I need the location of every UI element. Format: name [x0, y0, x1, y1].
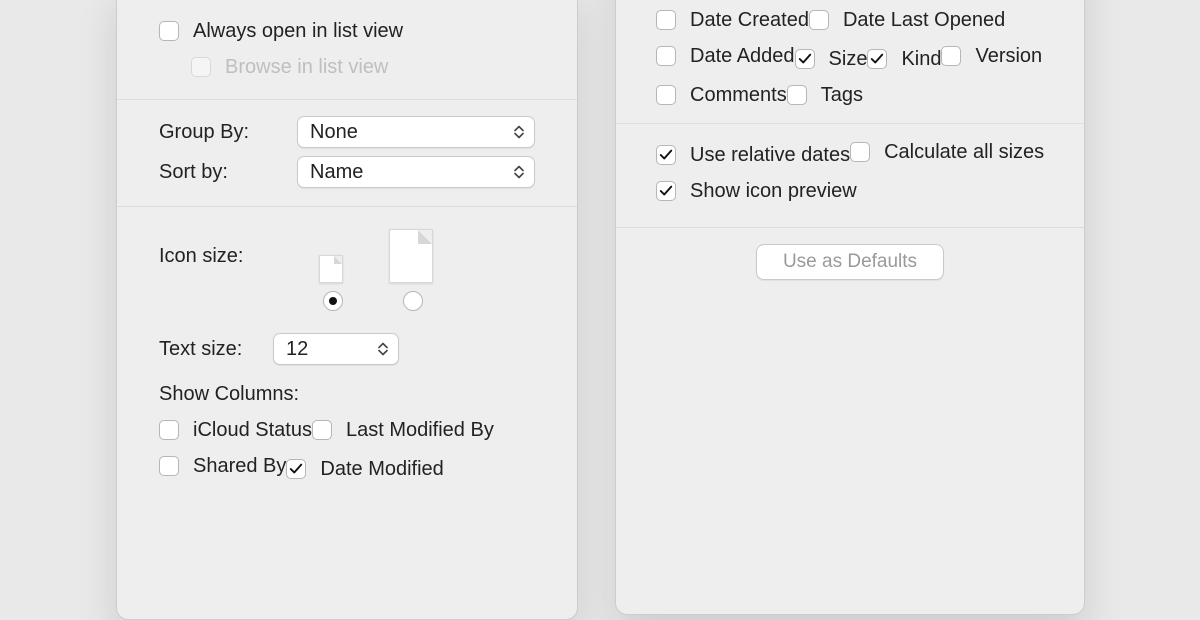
text-size-select[interactable]: 12 [273, 333, 399, 365]
checkbox-box [867, 49, 887, 69]
column-version-label: Version [975, 45, 1042, 68]
check-icon [659, 148, 673, 162]
left-columns-list: iCloud Status Last Modified By Shared By Da… [159, 412, 549, 487]
icon-size-large-radio[interactable] [403, 291, 423, 311]
checkbox-box [787, 85, 807, 105]
check-icon [659, 184, 673, 198]
option-calculate-all-sizes-checkbox[interactable]: Calculate all sizes [850, 134, 1044, 170]
column-shared-by-checkbox[interactable]: Shared By [159, 448, 286, 484]
column-date-last-opened-label: Date Last Opened [843, 9, 1005, 32]
checkbox-box [159, 456, 179, 476]
checkbox-box [941, 46, 961, 66]
checkbox-box [656, 46, 676, 66]
sort-by-value: Name [310, 161, 363, 184]
column-date-last-opened-checkbox[interactable]: Date Last Opened [809, 2, 1005, 38]
checkbox-box [795, 49, 815, 69]
column-date-modified-label: Date Modified [320, 458, 443, 481]
column-date-modified-checkbox[interactable]: Date Modified [286, 451, 443, 487]
column-kind-label: Kind [901, 48, 941, 71]
checkbox-box [656, 85, 676, 105]
checkbox-box [286, 459, 306, 479]
document-small-icon [319, 255, 343, 283]
group-by-value: None [310, 121, 358, 144]
footer: Use as Defaults [616, 227, 1084, 296]
column-size-label: Size [829, 48, 868, 71]
column-comments-label: Comments [690, 84, 787, 107]
column-shared-by-label: Shared By [193, 455, 286, 478]
checkbox-box [809, 10, 829, 30]
checkbox-box [656, 145, 676, 165]
column-date-created-checkbox[interactable]: Date Created [656, 2, 809, 38]
icon-size-label: Icon size: [159, 245, 309, 268]
view-options-left-panel: Always open in list view Browse in list … [116, 0, 578, 620]
option-use-relative-dates-label: Use relative dates [690, 144, 850, 167]
check-icon [289, 462, 303, 476]
option-show-icon-preview-checkbox[interactable]: Show icon preview [656, 173, 857, 209]
option-show-icon-preview-label: Show icon preview [690, 180, 857, 203]
column-date-created-label: Date Created [690, 9, 809, 32]
group-by-label: Group By: [159, 121, 279, 144]
browse-in-label: Browse in list view [225, 56, 388, 79]
column-kind-checkbox[interactable]: Kind [867, 41, 941, 77]
right-options-list: Use relative dates Calculate all sizes Sho… [616, 123, 1084, 227]
checkbox-box [191, 57, 211, 77]
column-last-modified-by-label: Last Modified By [346, 419, 494, 442]
column-date-added-label: Date Added [690, 45, 795, 68]
check-icon [798, 52, 812, 66]
column-icloud-status-checkbox[interactable]: iCloud Status [159, 412, 312, 448]
icon-size-small-radio[interactable] [323, 291, 343, 311]
column-last-modified-by-checkbox[interactable]: Last Modified By [312, 412, 494, 448]
display-section: Icon size: Text size: 12 Show Columns: i… [117, 206, 577, 501]
checkbox-box [656, 10, 676, 30]
use-as-defaults-button[interactable]: Use as Defaults [756, 244, 944, 280]
document-large-icon [389, 229, 433, 283]
column-tags-label: Tags [821, 84, 863, 107]
open-mode-section: Always open in list view Browse in list … [117, 1, 577, 99]
checkbox-box [159, 21, 179, 41]
column-version-checkbox[interactable]: Version [941, 38, 1042, 74]
option-use-relative-dates-checkbox[interactable]: Use relative dates [656, 137, 850, 173]
column-tags-checkbox[interactable]: Tags [787, 77, 863, 113]
up-down-arrows-icon [376, 340, 390, 358]
use-as-defaults-label: Use as Defaults [783, 251, 917, 273]
check-icon [870, 52, 884, 66]
checkbox-box [850, 142, 870, 162]
up-down-arrows-icon [512, 123, 526, 141]
column-size-checkbox[interactable]: Size [795, 41, 868, 77]
column-icloud-status-label: iCloud Status [193, 419, 312, 442]
always-open-label: Always open in list view [193, 20, 403, 43]
sort-by-label: Sort by: [159, 161, 279, 184]
right-columns-list: Date Created Date Last Opened Date Added Si… [616, 0, 1084, 123]
sort-section: Group By: None Sort by: Name [117, 99, 577, 206]
column-date-added-checkbox[interactable]: Date Added [656, 38, 795, 74]
checkbox-box [656, 181, 676, 201]
up-down-arrows-icon [512, 163, 526, 181]
option-calculate-all-sizes-label: Calculate all sizes [884, 141, 1044, 164]
column-comments-checkbox[interactable]: Comments [656, 77, 787, 113]
always-open-list-view-checkbox[interactable]: Always open in list view [159, 13, 403, 49]
browse-in-list-view-checkbox: Browse in list view [159, 49, 388, 85]
text-size-label: Text size: [159, 338, 259, 361]
group-by-select[interactable]: None [297, 116, 535, 148]
checkbox-box [159, 420, 179, 440]
view-options-right-panel: Date Created Date Last Opened Date Added Si… [615, 0, 1085, 615]
checkbox-box [312, 420, 332, 440]
text-size-value: 12 [286, 338, 308, 361]
show-columns-label: Show Columns: [159, 369, 549, 412]
sort-by-select[interactable]: Name [297, 156, 535, 188]
